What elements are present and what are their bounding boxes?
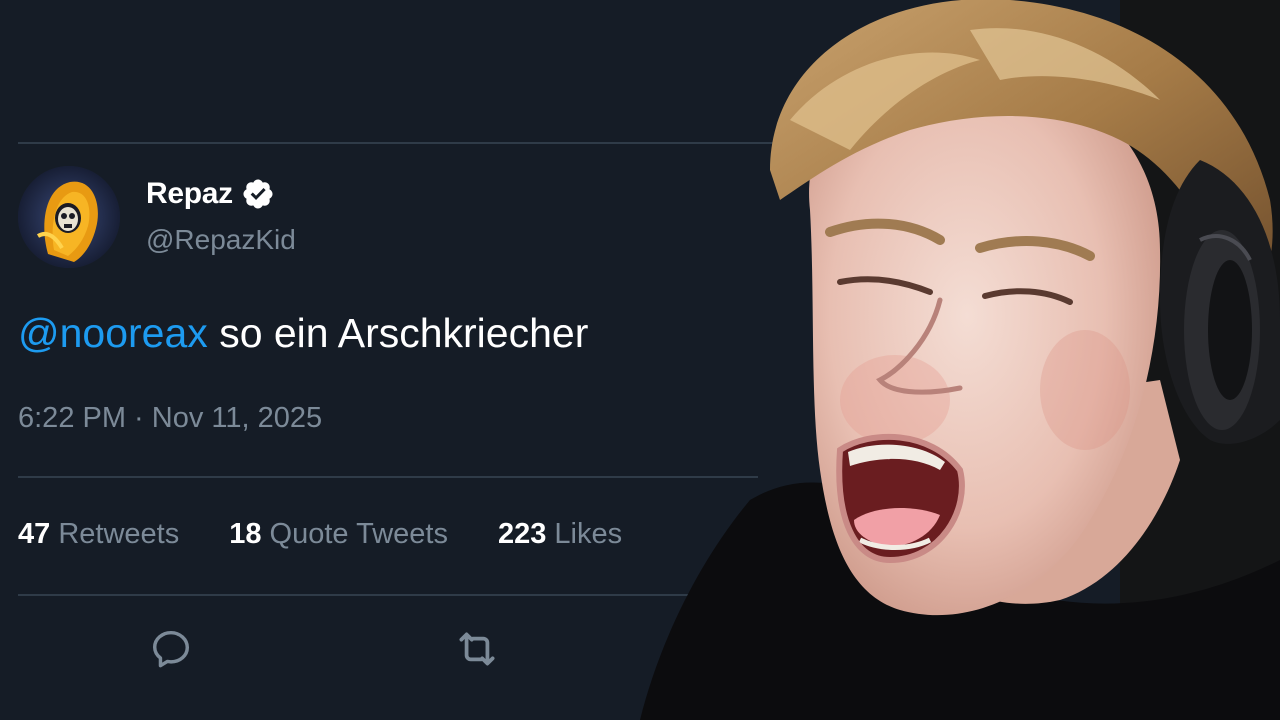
stat-count: 47: [18, 518, 51, 550]
reply-button[interactable]: [146, 624, 196, 674]
reply-icon: [152, 630, 190, 668]
author-name-row: Repaz: [146, 174, 275, 214]
mention-link[interactable]: @nooreax: [18, 310, 208, 356]
streamer-face-illustration: [640, 0, 1280, 720]
stat-likes[interactable]: 223 Likes: [498, 518, 622, 551]
retweet-button[interactable]: [452, 624, 502, 674]
thumbnail: Repaz @RepazKid @nooreax so ein Arschkri…: [0, 0, 1280, 720]
stat-count: 18: [229, 518, 262, 550]
retweet-icon: [459, 632, 495, 666]
avatar[interactable]: [18, 166, 120, 268]
stat-label: Retweets: [50, 518, 180, 550]
stat-count: 223: [497, 518, 547, 550]
stat-label: Quote Tweets: [261, 518, 448, 550]
stat-quote-tweets[interactable]: 18 Quote Tweets: [229, 518, 448, 551]
display-name[interactable]: Repaz: [146, 177, 233, 211]
hooded-skull-icon: [18, 166, 120, 268]
divider: [18, 594, 718, 596]
verified-badge-icon: [243, 179, 273, 209]
user-handle[interactable]: @RepazKid: [146, 224, 296, 256]
tweet-text: @nooreax so ein Arschkriecher: [18, 310, 588, 357]
tweet-stats: 47 Retweets 18 Quote Tweets 223 Likes: [18, 518, 672, 551]
streamer-photo: [640, 0, 1280, 720]
tweet-timestamp[interactable]: 6:22 PM · Nov 11, 2025: [18, 402, 322, 435]
stat-retweets[interactable]: 47 Retweets: [18, 518, 179, 551]
stat-label: Likes: [546, 518, 623, 550]
tweet-body: so ein Arschkriecher: [207, 310, 589, 356]
